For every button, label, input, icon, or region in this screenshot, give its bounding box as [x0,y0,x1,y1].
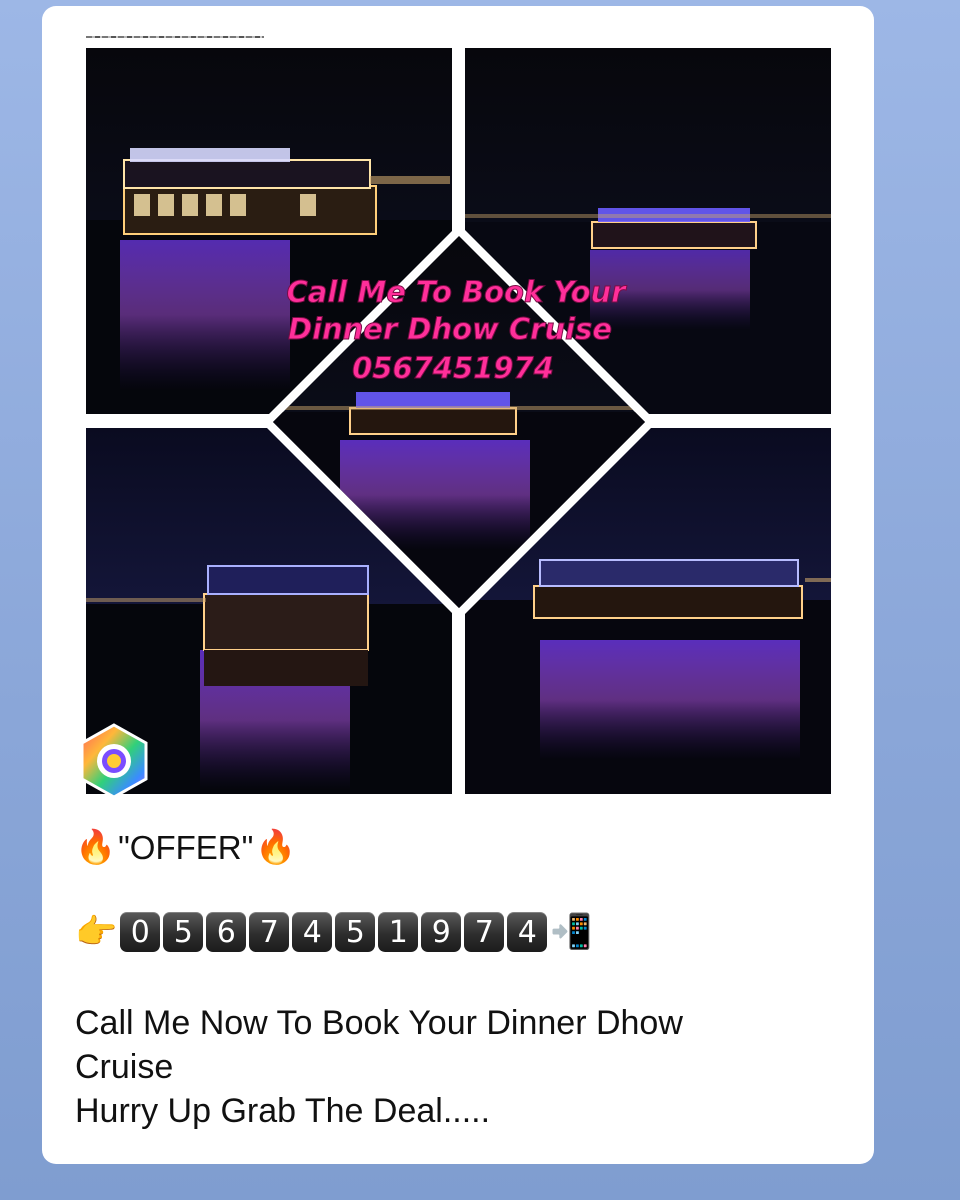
post-message: Call Me Now To Book Your Dinner Dhow Cru… [75,1001,795,1133]
phone-digit: 4 [507,912,548,952]
promo-image[interactable]: Call Me To Book Your Dinner Dhow Cruise … [0,0,960,800]
mobile-phone-arrow-icon: 📲 [550,913,593,951]
fire-icon: 🔥 [75,828,117,865]
phone-digit: 7 [464,912,505,952]
overlay-line-1: Call Me To Book Your [287,275,628,309]
overlay-line-2: Dinner Dhow Cruise [288,312,612,346]
phone-digit: 4 [292,912,333,952]
phone-digit: 7 [249,912,290,952]
message-line: Hurry Up Grab The Deal..... [75,1092,491,1130]
overlay-line-3: 0567451974 [352,351,554,385]
message-line: Cruise [75,1048,174,1086]
fire-icon: 🔥 [255,828,297,865]
phone-digit: 5 [163,912,204,952]
phone-digit: 1 [378,912,419,952]
pointing-hand-icon: 👉 [75,913,118,951]
app-badge-icon[interactable] [78,722,150,800]
phone-digit: 0 [120,912,161,952]
offer-line: 🔥 "OFFER" 🔥 [75,828,296,867]
phone-digit: 9 [421,912,462,952]
message-line: Call Me Now To Book Your Dinner Dhow [75,1004,683,1042]
offer-label: "OFFER" [118,828,254,866]
phone-number[interactable]: 👉 0 5 6 7 4 5 1 9 7 4 📲 [75,912,593,952]
phone-digit: 5 [335,912,376,952]
phone-digit: 6 [206,912,247,952]
